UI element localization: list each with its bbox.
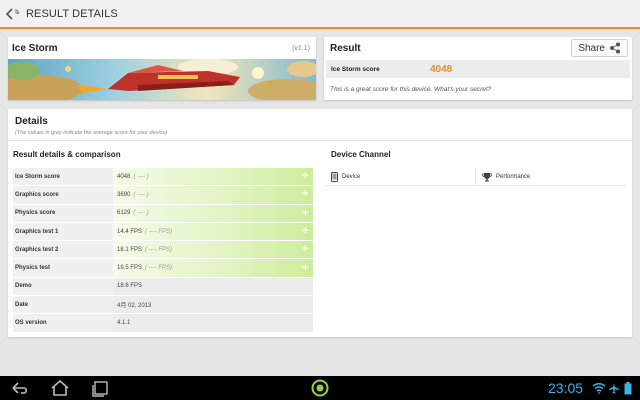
row-average: ( ---- FPS) [145,228,173,235]
result-details-heading: Result details & comparison [13,150,121,159]
row-value-cell: 6129 ( ---- ) + [113,204,313,222]
score-row: Ice Storm score 4048 [326,60,630,78]
score-value: 4048 [430,63,453,75]
table-row: Physics score 6129 ( ---- ) + [13,204,313,223]
device-channel-header: Device Performance [325,168,626,186]
expand-plus-icon[interactable]: + [301,262,310,273]
row-label: Graphics score [15,191,59,198]
system-navigation-bar: 23:05 [0,376,640,400]
status-clock: 23:05 [548,380,584,396]
row-value: 3690 [117,191,131,198]
table-row: Date 4月 02, 2013 [13,296,313,315]
row-value: 4月 02, 2013 [117,303,152,310]
share-button[interactable]: Share [571,39,628,57]
row-value-cell: 4048 ( ---- ) + [113,168,313,186]
row-average: ( ---- ) [133,173,149,180]
row-label: OS version [15,320,47,327]
row-value: 19.5 FPS [117,265,143,272]
details-title: Details [15,116,48,127]
app-launcher-icon[interactable] [310,378,330,398]
score-label: Ice Storm score [331,65,380,73]
share-label: Share [578,42,605,54]
table-row: Ice Storm score 4048 ( ---- ) + [13,168,313,187]
table-row: OS version 4.1.1 [13,314,313,333]
airplane-icon [609,383,619,394]
row-average: ( ---- ) [133,210,149,217]
trophy-icon [482,172,492,181]
row-value: 18.1 FPS [117,246,143,253]
performance-label: Performance [496,173,531,180]
table-row: Graphics test 1 14.4 FPS ( ---- FPS) + [13,222,313,242]
details-subtitle: (The values in grey indicate the average… [15,130,168,136]
expand-plus-icon[interactable]: + [301,207,310,218]
device-column[interactable]: Device [325,168,475,185]
row-value-cell: 4.1.1 [113,314,313,332]
nav-recent-apps-icon[interactable] [90,379,110,397]
test-name: Ice Storm [12,42,58,54]
row-average: ( ---- FPS) [145,265,173,272]
battery-icon [624,382,632,395]
row-value-cell: 14.4 FPS ( ---- FPS) + [113,222,313,241]
row-value-cell: 18.6 FPS [113,277,313,296]
divider [8,140,632,141]
expand-plus-icon[interactable]: + [301,226,310,237]
table-row: Physics test 19.5 FPS ( ---- FPS) + [13,259,313,278]
row-label: Graphics test 2 [15,246,59,253]
test-version: (v1.1) [292,44,310,52]
row-value-cell: 4月 02, 2013 [113,296,313,314]
row-value: 18.6 FPS [117,283,143,290]
back-arrow-icon [6,7,19,20]
back-button[interactable] [0,0,20,27]
table-row: Graphics test 2 18.1 FPS ( ---- FPS) + [13,241,313,260]
result-card: Result Share Ice Storm score 4048 This i… [324,37,632,100]
row-label: Date [15,301,29,308]
page-title: RESULT DETAILS [26,7,118,20]
row-label: Graphics test 1 [15,228,59,235]
result-details-table: Ice Storm score 4048 ( ---- ) + Graphics… [13,168,313,333]
device-label: Device [342,173,361,180]
nav-back-icon[interactable] [10,379,30,397]
action-bar: RESULT DETAILS [0,0,640,29]
expand-plus-icon[interactable]: + [301,171,310,182]
phone-icon [331,171,338,182]
row-value: 14.4 FPS [117,228,143,235]
row-average: ( ---- FPS) [145,246,173,253]
expand-plus-icon[interactable]: + [301,189,310,200]
result-title: Result [330,42,361,54]
row-label: Physics score [15,210,56,217]
device-channel-heading: Device Channel [331,150,391,159]
result-message: This is a great score for this device. W… [330,86,492,93]
row-label: Ice Storm score [15,173,61,180]
share-icon [610,42,620,54]
row-value: 4048 [117,173,131,180]
table-row: Demo 18.6 FPS [13,277,313,297]
performance-column[interactable]: Performance [475,168,626,185]
details-card: Details (The values in grey indicate the… [8,109,632,337]
row-value: 6129 [117,210,131,217]
row-value-cell: 18.1 FPS ( ---- FPS) + [113,241,313,259]
row-average: ( ---- ) [133,191,149,198]
table-row: Graphics score 3690 ( ---- ) + [13,186,313,205]
nav-home-icon[interactable] [50,379,70,397]
test-banner-image [8,59,316,100]
expand-plus-icon[interactable]: + [301,244,310,255]
row-value: 4.1.1 [117,320,131,327]
wifi-icon [592,383,606,394]
row-label: Physics test [15,265,51,272]
row-label: Demo [15,283,32,290]
row-value-cell: 3690 ( ---- ) + [113,186,313,204]
row-value-cell: 19.5 FPS ( ---- FPS) + [113,259,313,277]
test-card: Ice Storm (v1.1) [8,37,316,100]
